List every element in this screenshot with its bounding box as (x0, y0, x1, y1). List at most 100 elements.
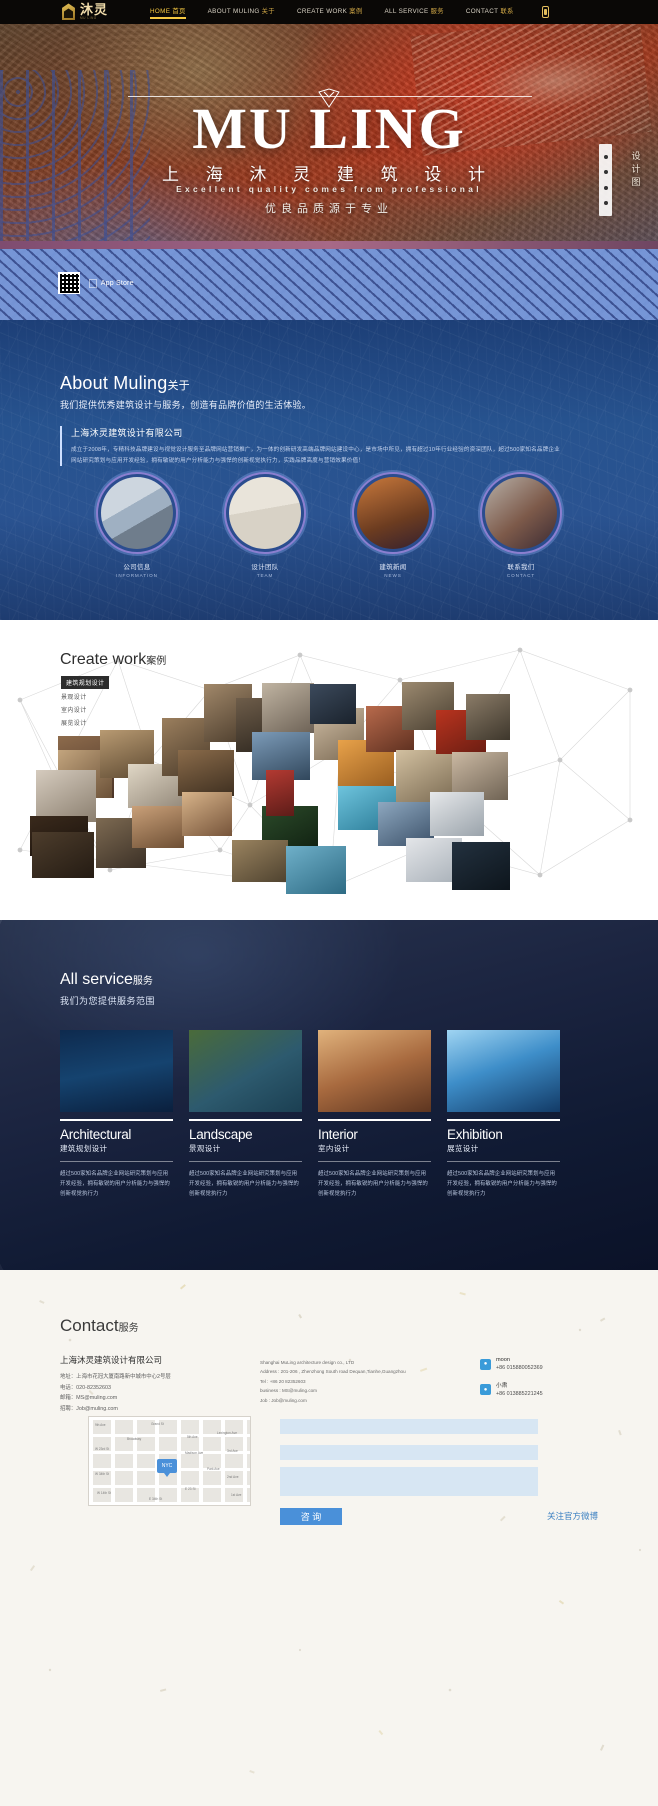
social-number: +86 013885221245 (496, 1390, 543, 1397)
work-filter-tabs: 建筑规划设计 景观设计 室内设计 展览设计 (61, 672, 110, 729)
service-cards: Architectural 建筑规划设计 超过500家知名品牌企业网站研究策划与… (60, 1030, 560, 1199)
map-label: 9th Ave (95, 1423, 106, 1427)
map-label: 5th Ave (187, 1435, 198, 1439)
location-map[interactable]: NYC 9th Ave Grand St W 23rd St W 34th St… (88, 1416, 251, 1506)
nav-label-cn: 联系 (500, 7, 514, 15)
map-label: Madison Ave (185, 1451, 204, 1455)
service-image (318, 1030, 431, 1112)
social-contact-moon[interactable]: ● moon +86 015880052369 (480, 1356, 620, 1373)
work-thumbnail[interactable] (232, 840, 288, 882)
slide-dot[interactable] (603, 185, 608, 190)
circle-frame (480, 472, 562, 554)
hero-slide-dots[interactable] (599, 144, 612, 216)
chat-bubble-icon: ● (480, 1384, 491, 1396)
contact-address-en: Address : 201-206 , Zhenzhong South road… (260, 1369, 406, 1375)
work-tab-exhibition[interactable]: 展览设计 (61, 716, 109, 729)
nav-item-all-service[interactable]: ALL SERVICE 服务 (385, 6, 444, 19)
chat-bubble-icon: ● (480, 1358, 491, 1370)
about-section: About Muling关于 我们提供优秀建筑设计与服务，创造有品牌价值的生活体… (0, 320, 658, 620)
slide-dot[interactable] (603, 200, 608, 205)
map-pin[interactable]: NYC (157, 1459, 177, 1477)
circle-label-cn: 建筑新闻 (379, 564, 407, 571)
map-label: W 34th St (95, 1472, 109, 1476)
social-contact-second[interactable]: ● 小肃 +86 013885221245 (480, 1382, 620, 1399)
contact-email-input[interactable] (280, 1445, 538, 1460)
circle-label-cn: 公司信息 (123, 564, 151, 571)
service-card-interior[interactable]: Interior 室内设计 超过500家知名品牌企业网站研究策划与应用开发经验，… (318, 1030, 431, 1199)
nav-item-about[interactable]: ABOUT MULING 关于 (208, 6, 275, 19)
contact-name-input[interactable] (280, 1418, 538, 1434)
service-title-cn: 建筑规划设计 (60, 1143, 108, 1153)
work-thumbnail[interactable] (452, 842, 510, 890)
work-thumbnail[interactable] (430, 792, 484, 836)
circle-photo (485, 477, 557, 549)
work-tab-architecture[interactable]: 建筑规划设计 (61, 676, 110, 689)
work-thumbnail[interactable] (310, 684, 356, 724)
nav-item-contact[interactable]: CONTACT 联系 (466, 6, 514, 19)
service-card-architectural[interactable]: Architectural 建筑规划设计 超过500家知名品牌企业网站研究策划与… (60, 1030, 173, 1199)
about-circle-team[interactable]: 设计团队 TEAM (215, 472, 315, 578)
hero-badges:  App Store (58, 272, 134, 294)
divider (60, 1119, 173, 1121)
contact-email-cn: 邮箱：MS@muling.com (60, 1395, 118, 1402)
service-desc: 超过500家知名品牌企业网站研究策划与应用开发经验，拥有敏锐的用户分析能力与强悍… (189, 1170, 299, 1197)
work-thumbnail[interactable] (36, 770, 96, 822)
hero-title: MU LING (192, 96, 466, 161)
map-label: 1st Ave (231, 1493, 242, 1497)
work-thumbnail[interactable] (182, 792, 232, 836)
about-heading-cn: 关于 (167, 380, 190, 392)
map-label: E 34th St (149, 1497, 163, 1501)
service-image (60, 1030, 173, 1112)
work-thumbnail[interactable] (132, 806, 184, 848)
site-logo[interactable]: 沐灵 MU LING (60, 3, 108, 21)
about-circle-information[interactable]: 公司信息 INFORMATION (87, 472, 187, 578)
work-thumbnail[interactable] (286, 846, 346, 894)
nav-label-cn: 关于 (261, 7, 275, 15)
service-card-exhibition[interactable]: Exhibition 展览设计 超过500家知名品牌企业网站研究策划与应用开发经… (447, 1030, 560, 1199)
contact-info-cn: 上海沐灵建筑设计有限公司 地址：上海市花冠大厦南路新中城市中心2号层 电话：02… (60, 1354, 230, 1414)
nav-item-home[interactable]: HOME 首页 (150, 6, 186, 19)
service-desc: 超过500家知名品牌企业网站研究策划与应用开发经验，拥有敏锐的用户分析能力与强悍… (318, 1170, 428, 1197)
work-heading: Create work案例 (60, 651, 166, 669)
work-thumbnail[interactable] (266, 770, 294, 816)
work-tab-landscape[interactable]: 景观设计 (61, 690, 109, 703)
mobile-phone-icon[interactable] (541, 6, 549, 18)
weibo-link[interactable]: 关注官方微博 (547, 1510, 598, 1522)
map-label: W 14th St (97, 1491, 111, 1495)
nav-label-en: ALL SERVICE (384, 7, 429, 15)
hero-section: MU LING 上 海 沐 灵 建 筑 设 计 Excellent qualit… (0, 0, 658, 320)
social-text: moon +86 015880052369 (496, 1356, 543, 1373)
service-title-en: Interior (318, 1126, 358, 1142)
contact-message-textarea[interactable] (280, 1467, 538, 1496)
app-store-badge[interactable]:  App Store (88, 277, 134, 290)
work-thumbnail[interactable] (466, 694, 510, 740)
service-heading-en: All service (60, 971, 133, 988)
service-image (189, 1030, 302, 1112)
service-desc: 超过500家知名品牌企业网站研究策划与应用开发经验，拥有敏锐的用户分析能力与强悍… (60, 1170, 170, 1197)
contact-section: Contact服务 上海沐灵建筑设计有限公司 地址：上海市花冠大厦南路新中城市中… (0, 1270, 658, 1806)
contact-heading-cn: 服务 (118, 1323, 139, 1334)
divider (447, 1119, 560, 1121)
circle-photo (357, 477, 429, 549)
work-thumbnail[interactable] (262, 683, 314, 733)
about-circle-contact[interactable]: 联系我们 CONTACT (471, 472, 571, 578)
contact-info-en: Shanghai MuLing architecture design co.,… (260, 1358, 410, 1405)
slide-dot[interactable] (603, 155, 608, 160)
service-title-cn: 景观设计 (189, 1143, 221, 1153)
work-thumbnail[interactable] (32, 832, 94, 878)
service-image (447, 1030, 560, 1112)
map-label: 2nd Ave (227, 1475, 239, 1479)
contact-address-cn: 地址：上海市花冠大厦南路新中城市中心2号层 (60, 1374, 171, 1380)
confetti-background (29, 1284, 642, 1774)
nav-item-create-work[interactable]: CREATE WORK 案例 (297, 6, 363, 19)
work-thumbnail[interactable] (178, 750, 234, 796)
service-card-landscape[interactable]: Landscape 景观设计 超过500家知名品牌企业网站研究策划与应用开发经验… (189, 1030, 302, 1199)
slide-dot[interactable] (603, 170, 608, 175)
about-circle-news[interactable]: 建筑新闻 NEWS (343, 472, 443, 578)
circle-label-en: CONTACT (506, 573, 536, 578)
contact-submit-button[interactable]: 咨 询 (280, 1508, 342, 1525)
circle-label-cn: 设计团队 (251, 564, 279, 571)
work-tab-interior[interactable]: 室内设计 (61, 703, 109, 716)
service-title-en: Landscape (189, 1126, 253, 1142)
contact-form (280, 1414, 538, 1501)
